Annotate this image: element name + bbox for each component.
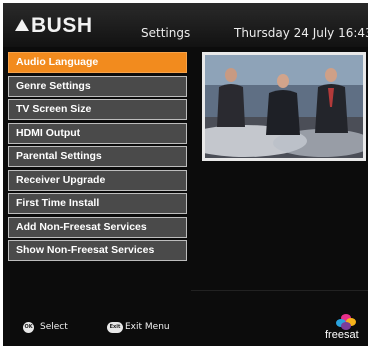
brand-triangle-icon [15, 19, 29, 31]
freesat-wordmark: freesat [325, 329, 359, 341]
ok-button-icon: OK [23, 322, 34, 333]
page-title: Settings [141, 26, 191, 40]
footer-bar: OK Select Exit Exit Menu freesat [3, 313, 368, 346]
exit-menu-hint: Exit Menu [125, 322, 170, 332]
menu-item-hdmi-output[interactable]: HDMI Output [8, 122, 187, 144]
header-bar: BUSH Settings Thursday 24 July 16:43 [3, 3, 368, 47]
date-time: Thursday 24 July 16:43 [234, 26, 368, 40]
menu-item-audio-language[interactable]: Audio Language [8, 52, 187, 73]
menu-item-genre-settings[interactable]: Genre Settings [8, 75, 187, 97]
menu-item-add-non-freesat-services[interactable]: Add Non-Freesat Services [8, 216, 187, 238]
menu-item-receiver-upgrade[interactable]: Receiver Upgrade [8, 169, 187, 191]
brand-logo: BUSH [15, 14, 93, 38]
divider-line [191, 290, 368, 291]
menu-item-show-non-freesat-services[interactable]: Show Non-Freesat Services [8, 240, 187, 261]
exit-button-icon: Exit [107, 322, 123, 333]
menu-item-first-time-install[interactable]: First Time Install [8, 193, 187, 214]
tv-preview-window [202, 52, 366, 161]
menu-item-tv-screen-size[interactable]: TV Screen Size [8, 99, 187, 120]
brand-name: BUSH [31, 14, 93, 37]
settings-menu: Audio Language Genre Settings TV Screen … [8, 52, 187, 264]
tv-screen: BUSH Settings Thursday 24 July 16:43 Aud… [3, 3, 368, 346]
select-hint: Select [40, 322, 68, 332]
menu-item-parental-settings[interactable]: Parental Settings [8, 146, 187, 167]
freesat-logo: freesat [324, 313, 364, 344]
live-tv-picture [205, 55, 363, 158]
